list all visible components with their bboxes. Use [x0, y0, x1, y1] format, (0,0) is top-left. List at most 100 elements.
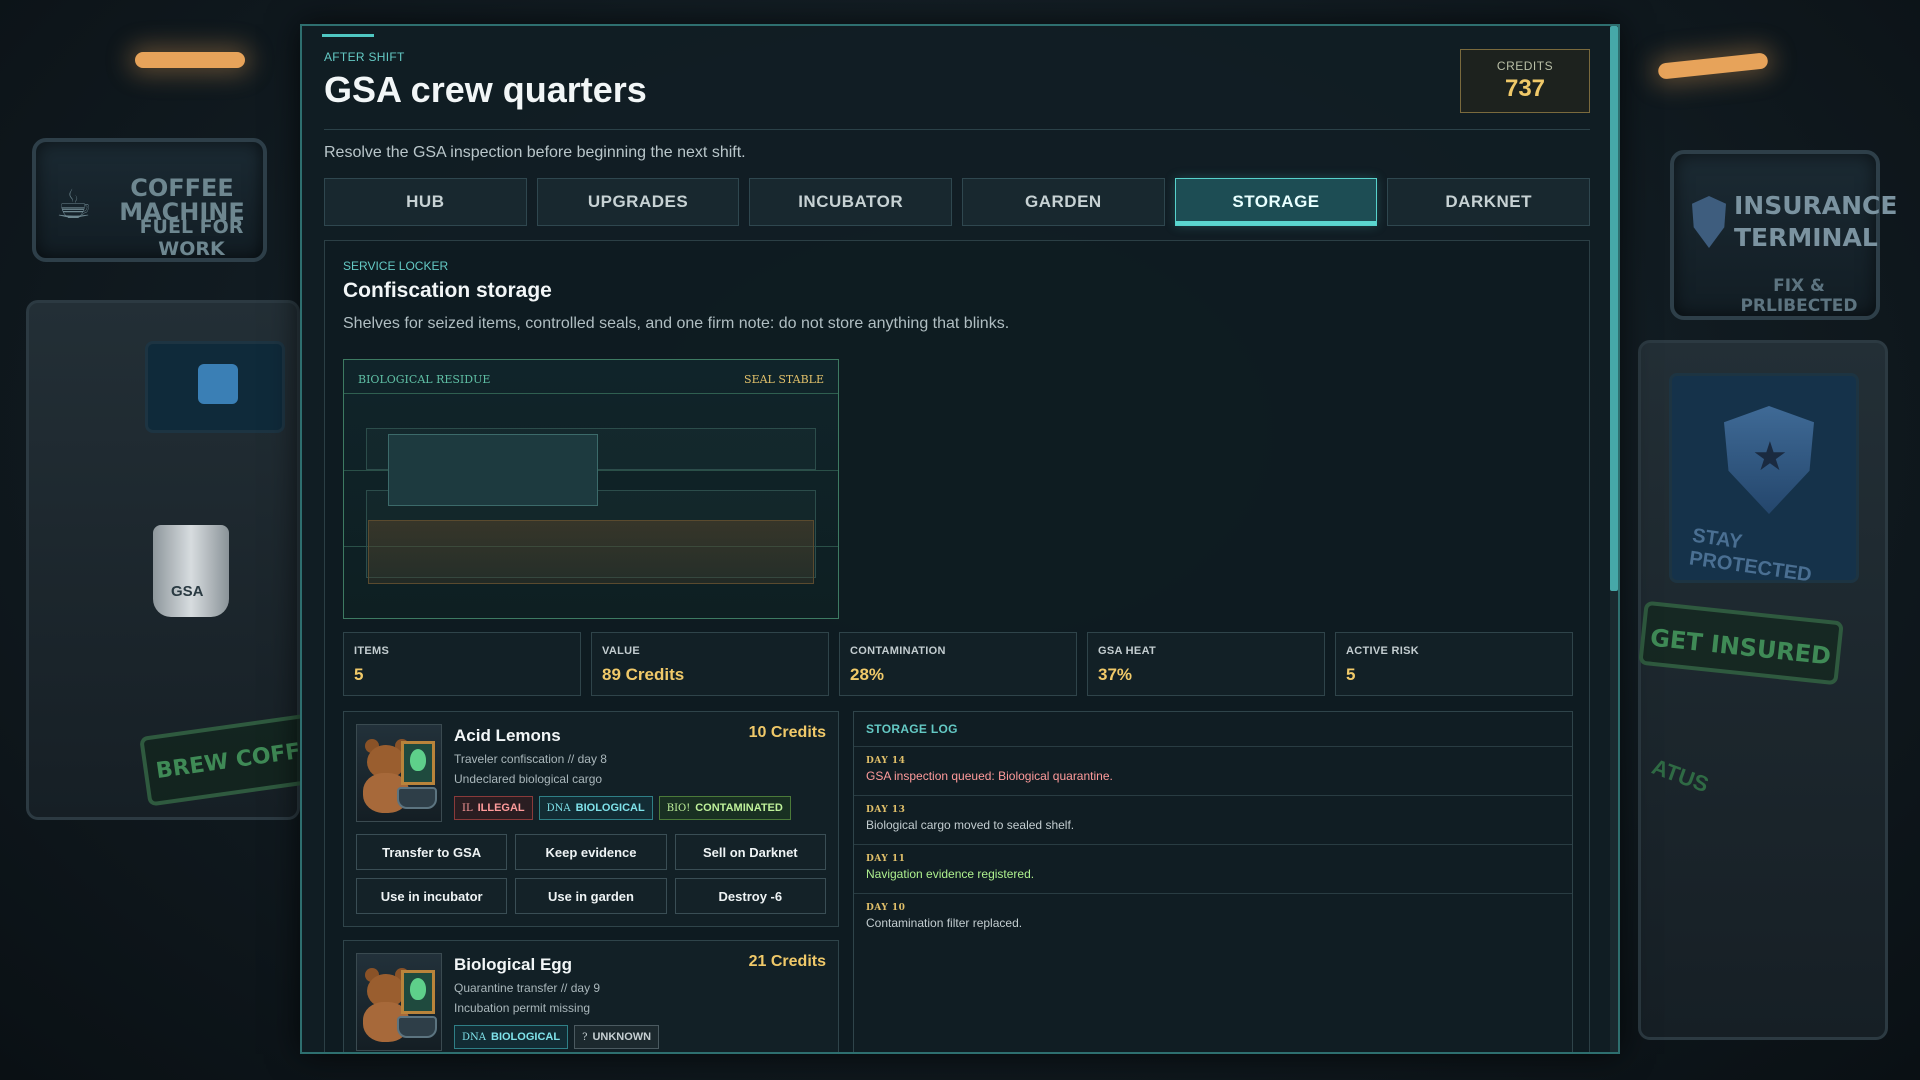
- insurance-sign-title: INSURANCE TERMINAL: [1734, 191, 1898, 252]
- credits-label: CREDITS: [1496, 59, 1554, 73]
- alien-icon: [410, 749, 426, 771]
- section-eyebrow: SERVICE LOCKER: [343, 259, 449, 273]
- coffee-machine: GSA BREW COFFEE: [26, 300, 300, 820]
- stat-items: ITEMS 5: [343, 632, 581, 696]
- tab-upgrades[interactable]: UPGRADES: [536, 178, 740, 226]
- storage-stats: ITEMS 5 VALUE 89 Credits CONTAMINATION 2…: [343, 632, 1573, 696]
- locker-label: BIOLOGICAL RESIDUE: [358, 373, 491, 386]
- item-tags: DNA BIOLOGICAL ? UNKNOWN: [454, 1025, 660, 1049]
- stat-value: 89 Credits: [602, 665, 685, 684]
- item-note: Undeclared biological cargo: [454, 772, 603, 786]
- item-thumbnail: [356, 724, 442, 822]
- storage-content: SERVICE LOCKER Confiscation storage Shel…: [324, 240, 1590, 1052]
- tab-incubator[interactable]: INCUBATOR: [749, 178, 953, 226]
- log-day: DAY 14: [866, 756, 906, 766]
- background-right-scenery: INSURANCE TERMINAL FIX & PRLIBECTED ★ ST…: [1620, 0, 1920, 1080]
- insurance-terminal: ★ STAY PROTECTED GET INSURED ATUS: [1638, 340, 1888, 1040]
- storage-log-entries: DAY 14 GSA inspection queued: Biological…: [854, 746, 1572, 942]
- stat-active-risk: ACTIVE RISK 5: [1335, 632, 1573, 696]
- locker-header: BIOLOGICAL RESIDUE SEAL STABLE: [344, 360, 838, 394]
- header-eyebrow: AFTER SHIFT: [324, 50, 405, 64]
- tag-contaminated: BIO! CONTAMINATED: [658, 796, 791, 820]
- item-origin: Traveler confiscation // day 8: [454, 752, 607, 766]
- tab-garden[interactable]: GARDEN: [962, 178, 1165, 226]
- tag-label: ILLEGAL: [477, 802, 525, 814]
- brew-coffee-sign: BREW COFFEE: [139, 709, 300, 807]
- tag-label: BIOLOGICAL: [575, 802, 645, 814]
- log-entry: DAY 14 GSA inspection queued: Biological…: [854, 746, 1572, 795]
- item-note: Incubation permit missing: [454, 1001, 591, 1015]
- brew-coffee-label: BREW COFFEE: [154, 734, 300, 785]
- ceiling-lamp: [135, 52, 245, 68]
- stat-label: GSA HEAT: [1098, 645, 1157, 657]
- log-entry: DAY 13 Biological cargo moved to sealed …: [854, 795, 1572, 844]
- crew-quarters-panel: AFTER SHIFT GSA crew quarters CREDITS 73…: [300, 24, 1620, 1054]
- tag-code: BIO!: [666, 802, 691, 814]
- log-entry: DAY 11 Navigation evidence registered.: [854, 844, 1572, 893]
- log-text: Contamination filter replaced.: [866, 916, 1023, 930]
- storage-log: STORAGE LOG DAY 14 GSA inspection queued…: [853, 711, 1573, 1052]
- status-sign-fragment: ATUS: [1648, 753, 1712, 798]
- pot-icon: [397, 1016, 437, 1038]
- stat-label: VALUE: [602, 645, 640, 657]
- tag-label: BIOLOGICAL: [491, 1031, 561, 1043]
- log-day: DAY 13: [866, 805, 906, 815]
- item-price: 21 Credits: [748, 953, 826, 970]
- tag-code: DNA: [546, 802, 571, 814]
- coffee-machine-screen: [145, 341, 285, 433]
- section-title: Confiscation storage: [343, 279, 552, 302]
- destroy-button[interactable]: Destroy -6: [674, 878, 826, 914]
- insurance-terminal-sign: INSURANCE TERMINAL FIX & PRLIBECTED: [1670, 150, 1898, 320]
- use-in-garden-button[interactable]: Use in garden: [515, 878, 667, 914]
- gsa-mug: GSA: [153, 525, 229, 617]
- stat-value: 5: [1346, 665, 1356, 684]
- credits-value: 737: [1504, 75, 1546, 102]
- item-name: Biological Egg: [454, 955, 573, 974]
- log-text: Biological cargo moved to sealed shelf.: [866, 818, 1075, 832]
- stat-label: ITEMS: [354, 645, 390, 657]
- locker-seal-status: SEAL STABLE: [744, 373, 824, 386]
- stat-value-credits: VALUE 89 Credits: [591, 632, 829, 696]
- contaminated-shelf: [368, 520, 814, 584]
- log-text: Navigation evidence registered.: [866, 867, 1035, 881]
- stat-value: 5: [354, 665, 364, 684]
- panel-header: AFTER SHIFT GSA crew quarters CREDITS 73…: [322, 26, 1590, 130]
- use-in-incubator-button[interactable]: Use in incubator: [356, 878, 508, 914]
- coffee-machine-sign: ☕ COFFEE MACHINE FUEL FOR WORK: [32, 138, 267, 262]
- item-thumbnail: [356, 953, 442, 1051]
- stat-value: 37%: [1098, 665, 1133, 684]
- coffee-sign-subtitle: FUEL FOR WORK: [139, 216, 244, 260]
- ceiling-lamp-right: [1657, 52, 1769, 80]
- item-price: 10 Credits: [748, 724, 826, 741]
- scrollbar-thumb[interactable]: [1610, 26, 1618, 591]
- tag-label: CONTAMINATED: [695, 802, 783, 814]
- coffee-cup-icon: ☕: [56, 182, 92, 228]
- log-day: DAY 10: [866, 903, 906, 913]
- item-name: Acid Lemons: [454, 726, 561, 745]
- item-tags: IL ILLEGAL DNA BIOLOGICAL BIO! CONTAMINA…: [454, 796, 791, 820]
- insurance-sign-subtitle: FIX & PRLIBECTED: [1740, 276, 1858, 316]
- locker-visual: BIOLOGICAL RESIDUE SEAL STABLE: [343, 359, 839, 619]
- header-accent-line: [322, 34, 374, 37]
- keep-evidence-button[interactable]: Keep evidence: [515, 834, 667, 870]
- tab-darknet[interactable]: DARKNET: [1387, 178, 1591, 226]
- storage-item-card: Biological Egg 21 Credits Quarantine tra…: [343, 940, 839, 1052]
- tag-unknown: ? UNKNOWN: [574, 1025, 660, 1049]
- stored-crate: [388, 434, 598, 506]
- stat-gsa-heat: GSA HEAT 37%: [1087, 632, 1325, 696]
- stat-label: ACTIVE RISK: [1346, 645, 1419, 657]
- tag-biological: DNA BIOLOGICAL: [538, 796, 653, 820]
- stay-protected-caption: STAY PROTECTED: [1687, 524, 1813, 587]
- background-left-scenery: ☕ COFFEE MACHINE FUEL FOR WORK GSA BREW …: [0, 0, 300, 1080]
- tag-illegal: IL ILLEGAL: [454, 796, 533, 820]
- item-actions: Transfer to GSA Keep evidence Sell on Da…: [356, 834, 826, 914]
- tag-label: UNKNOWN: [592, 1031, 652, 1043]
- sell-on-darknet-button[interactable]: Sell on Darknet: [674, 834, 826, 870]
- tab-storage[interactable]: STORAGE: [1174, 178, 1378, 226]
- tab-hub[interactable]: HUB: [324, 178, 527, 226]
- log-day: DAY 11: [866, 854, 906, 864]
- transfer-to-gsa-button[interactable]: Transfer to GSA: [356, 834, 508, 870]
- scrollbar-track[interactable]: [1610, 26, 1618, 1052]
- stat-label: CONTAMINATION: [850, 645, 946, 657]
- stat-value: 28%: [850, 665, 885, 684]
